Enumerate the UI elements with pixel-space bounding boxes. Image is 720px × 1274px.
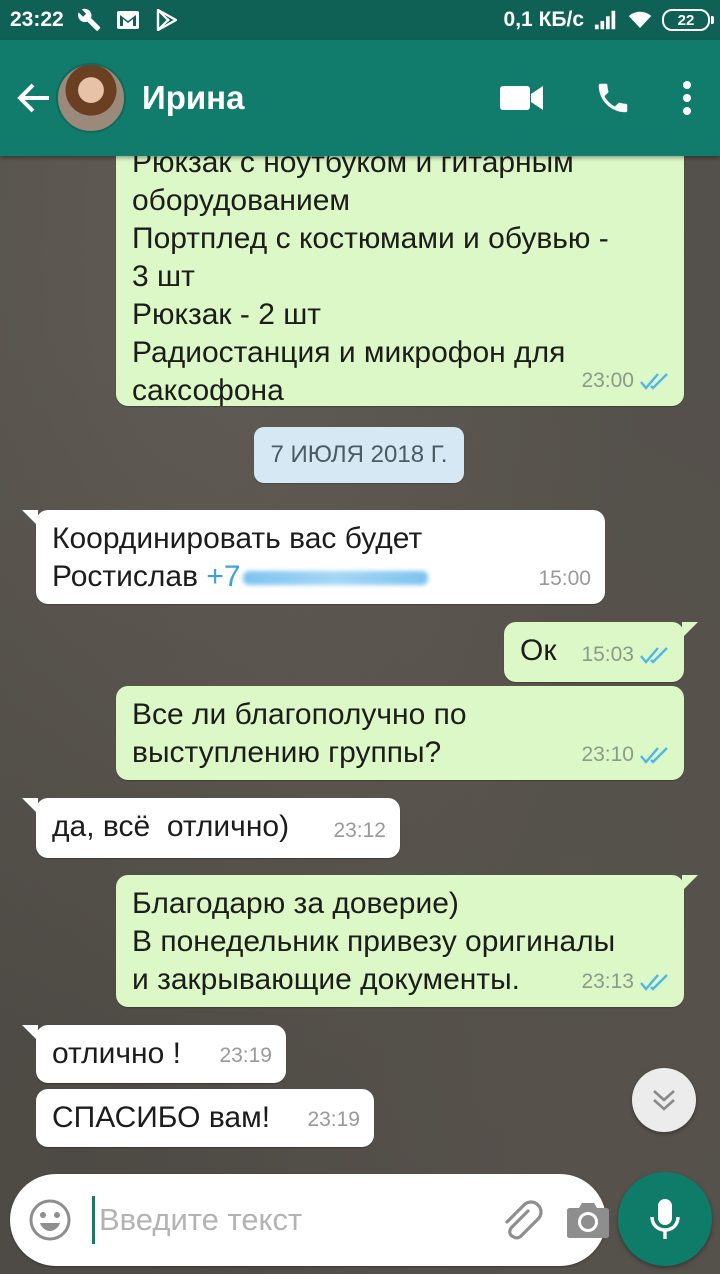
message-bubble[interactable]: Благодарю за доверие) В понедельник прив… (116, 875, 698, 1007)
status-bar: 23:22 0,1 КБ/с 22 (0, 0, 720, 40)
double-check-icon (640, 647, 668, 664)
microphone-icon (650, 1199, 680, 1239)
double-chevron-down-icon (653, 1090, 675, 1111)
back-button[interactable] (14, 78, 54, 118)
phone-call-button[interactable] (594, 79, 632, 117)
chat-header: Ирина (0, 40, 720, 156)
message-bubble[interactable]: да, всё отлично) 23:12 (22, 798, 400, 858)
video-call-icon (500, 86, 543, 110)
signal-icon (594, 8, 618, 32)
message-meta: 15:03 (581, 636, 670, 674)
message-bubble[interactable]: Все ли благополучно по выступлению групп… (116, 686, 684, 780)
double-check-icon (640, 747, 668, 764)
redacted-number (242, 571, 428, 586)
compose-bar (10, 1174, 609, 1266)
video-call-button[interactable] (500, 84, 544, 112)
phone-link[interactable]: +7 (206, 558, 428, 596)
date-divider: 7 ИЮЛЯ 2018 Г. (254, 427, 464, 483)
message-bubble[interactable]: отлично ! 23:19 (22, 1025, 286, 1083)
battery-icon: 22 (662, 9, 714, 31)
message-time: 15:00 (538, 567, 591, 590)
message-meta: 23:19 (219, 1037, 272, 1075)
message-time: 23:10 (581, 743, 634, 766)
message-time: 23:19 (219, 1044, 272, 1067)
message-bubble[interactable]: Рюкзак с ноутбуком и гитарным оборудован… (116, 156, 684, 407)
contact-name[interactable]: Ирина (142, 79, 244, 117)
emoji-button[interactable] (28, 1196, 72, 1244)
voice-record-button[interactable] (618, 1172, 712, 1266)
scroll-to-bottom-button[interactable] (632, 1068, 696, 1132)
double-check-icon (640, 974, 668, 991)
message-time: 23:13 (581, 970, 634, 993)
message-time: 23:12 (333, 819, 386, 842)
status-time: 23:22 (10, 8, 64, 31)
play-store-icon (154, 8, 178, 32)
message-time: 15:03 (581, 643, 634, 666)
gmail-icon (116, 8, 140, 32)
back-arrow-icon (17, 83, 49, 113)
more-vert-icon (683, 81, 691, 115)
more-options-button[interactable] (682, 81, 692, 115)
camera-icon (567, 1203, 609, 1238)
message-list[interactable]: Рюкзак с ноутбуком и гитарным оборудован… (0, 156, 720, 1166)
attach-button[interactable] (498, 1192, 544, 1248)
message-input[interactable] (92, 1196, 498, 1244)
message-bubble[interactable]: СПАСИБО вам! 23:19 (36, 1089, 374, 1147)
emoji-icon (29, 1199, 71, 1241)
message-meta: 23:00 (581, 362, 670, 400)
contact-avatar[interactable] (56, 63, 126, 133)
message-meta: 23:10 (581, 736, 670, 774)
message-meta: 23:19 (307, 1101, 360, 1139)
message-bubble[interactable]: Ок 15:03 (504, 622, 698, 682)
phone-call-icon (598, 83, 628, 113)
camera-button[interactable] (566, 1192, 610, 1248)
wrench-icon (77, 8, 102, 32)
message-meta: 23:12 (333, 812, 386, 850)
battery-level: 22 (677, 11, 695, 29)
paperclip-icon (505, 1200, 543, 1240)
message-meta: 15:00 (538, 560, 591, 598)
wifi-icon (628, 8, 652, 32)
message-bubble[interactable]: Координировать вас будет Ростислав +7 15… (22, 510, 605, 604)
message-meta: 23:13 (581, 963, 670, 1001)
message-text: Координировать вас будет Ростислав +7 (52, 520, 589, 596)
message-time: 23:00 (581, 369, 634, 392)
message-time: 23:19 (307, 1108, 360, 1131)
double-check-icon (640, 373, 668, 390)
network-speed: 0,1 КБ/с (503, 8, 584, 31)
